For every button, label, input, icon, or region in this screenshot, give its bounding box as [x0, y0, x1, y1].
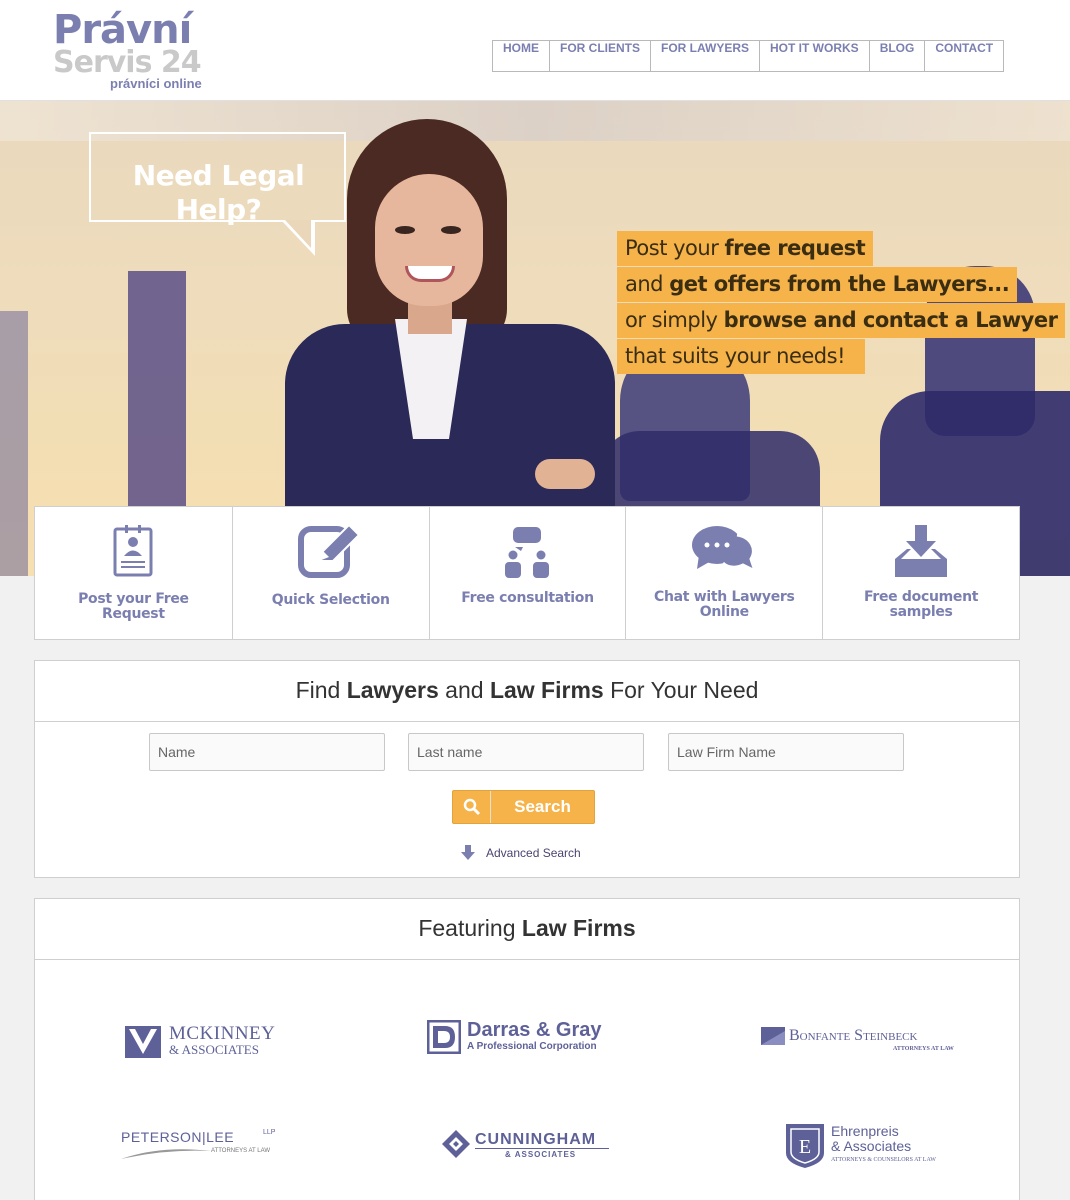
search-button-label: Search: [514, 797, 571, 816]
tile-label: Quick Selection: [271, 592, 390, 608]
site-logo[interactable]: Právní Servis 24 právníci online: [53, 8, 213, 96]
search-panel-title: Find Lawyers and Law Firms For Your Need: [35, 661, 1019, 722]
firm-logo-mckinney[interactable]: McKinney & Associates: [125, 1024, 285, 1058]
nav-home[interactable]: HOME: [493, 41, 549, 71]
tile-free-consultation[interactable]: Free consultation: [428, 507, 626, 639]
logo-line2: Servis 24: [53, 45, 202, 80]
advanced-search-label: Advanced Search: [486, 846, 581, 860]
arrow-down-icon: [461, 845, 475, 860]
nav-for-lawyers[interactable]: FOR LAWYERS: [650, 41, 759, 71]
site-header: Právní Servis 24 právníci online HOME FO…: [0, 0, 1070, 101]
promo-line-2: and get offers from the Lawyers...: [617, 267, 1018, 302]
main-nav: HOME FOR CLIENTS FOR LAWYERS HOT IT WORK…: [492, 40, 1005, 72]
cunningham-logo-icon: [442, 1130, 470, 1158]
last-name-field[interactable]: [408, 733, 644, 771]
logo-tagline: právníci online: [110, 76, 202, 91]
search-button[interactable]: Search: [452, 790, 595, 824]
feature-tiles: Post your Free Request Quick Selection F…: [34, 506, 1020, 640]
nav-contact[interactable]: CONTACT: [924, 41, 1003, 71]
clipboard-user-icon: [35, 525, 232, 577]
download-tray-icon: [823, 525, 1019, 579]
featured-firms-title: Featuring Law Firms: [35, 899, 1019, 960]
tile-label: Post your Free Request: [78, 591, 189, 622]
speech-bubble: Need Legal Help?: [89, 132, 346, 226]
svg-text:E: E: [799, 1136, 811, 1158]
tile-post-request[interactable]: Post your Free Request: [35, 507, 232, 639]
promo-line-1: Post your free request: [617, 231, 874, 266]
tile-label: Chat with Lawyers Online: [653, 589, 795, 620]
mckinney-logo-icon: [125, 1026, 161, 1058]
tile-quick-selection[interactable]: Quick Selection: [231, 507, 429, 639]
nav-how-it-works[interactable]: HOT IT WORKS: [759, 41, 869, 71]
edit-pencil-icon: [233, 523, 429, 579]
firm-logo-peterson-lee[interactable]: Peterson|Lee LLP Attorneys at Law: [121, 1129, 291, 1167]
nav-blog[interactable]: BLOG: [868, 41, 925, 71]
bonfante-logo-icon: [761, 1027, 785, 1045]
chat-bubbles-icon: [626, 525, 822, 579]
tile-label: Free consultation: [461, 590, 594, 606]
promo-line-4: that suits your needs!: [617, 339, 865, 374]
consultation-people-icon: [430, 527, 626, 579]
search-icon: [453, 791, 491, 823]
tile-document-samples[interactable]: Free document samples: [822, 507, 1019, 639]
advanced-search-link[interactable]: Advanced Search: [460, 845, 581, 861]
speech-bubble-text: Need Legal Help?: [132, 159, 305, 226]
darras-gray-logo-icon: [427, 1020, 461, 1054]
promo-line-3: or simply browse and contact a Lawyer: [617, 303, 1066, 338]
tile-label: Free document samples: [863, 589, 979, 620]
peterson-lee-swoosh-icon: [121, 1149, 211, 1159]
ehrenpreis-shield-icon: E: [786, 1124, 824, 1168]
nav-for-clients[interactable]: FOR CLIENTS: [549, 41, 650, 71]
firm-logo-darras-gray[interactable]: Darras & Gray A Professional Corporation: [427, 1019, 647, 1057]
featured-firms-panel: Featuring Law Firms McKinney & Associate…: [34, 898, 1020, 1200]
firm-logo-bonfante-steinbeck[interactable]: Bonfante Steinbeck Attorneys at Law: [761, 1027, 971, 1057]
firm-logo-cunningham[interactable]: Cunningham & Associates: [441, 1129, 631, 1163]
firm-logo-ehrenpreis[interactable]: E Ehrenpreis & Associates Attorneys & Co…: [785, 1123, 975, 1169]
tile-chat-lawyers[interactable]: Chat with Lawyers Online: [625, 507, 822, 639]
law-firm-name-field[interactable]: [668, 733, 904, 771]
lawyer-search-panel: Find Lawyers and Law Firms For Your Need…: [34, 660, 1020, 878]
hero-background-column: [0, 311, 28, 576]
name-field[interactable]: [149, 733, 385, 771]
